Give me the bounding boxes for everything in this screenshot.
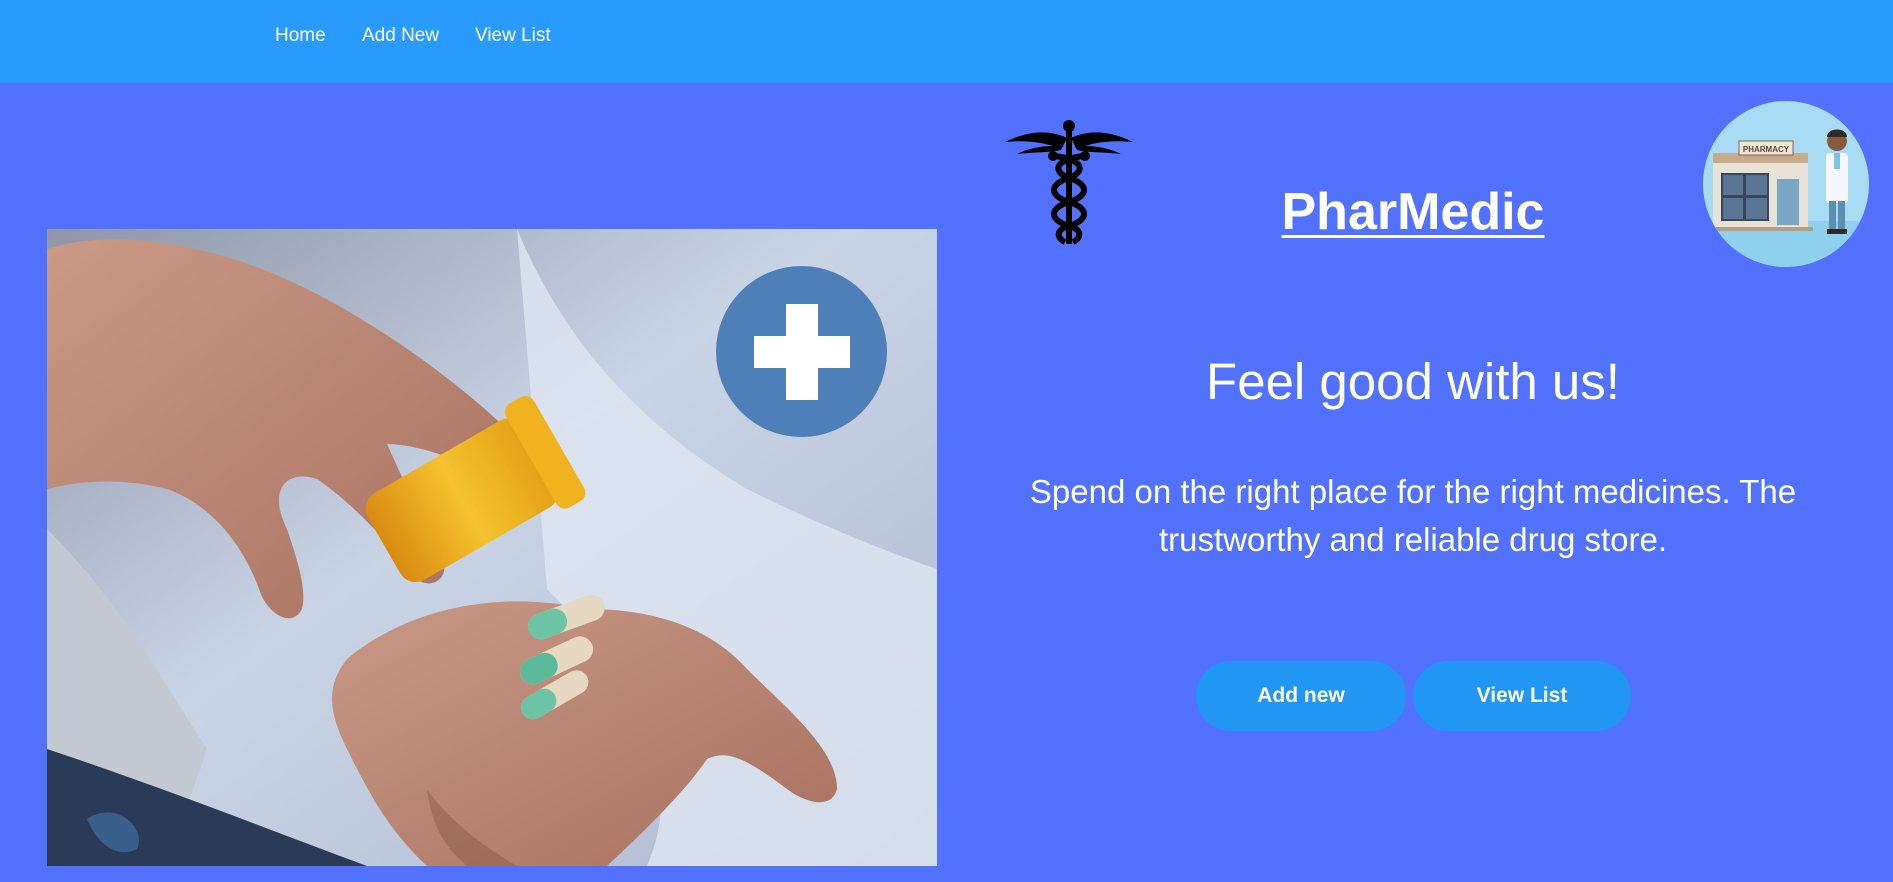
pharmacy-store-badge: PHARMACY [1703,101,1869,267]
hero-tagline: Feel good with us! [1206,353,1620,410]
top-navbar: Home Add New View List [0,0,1893,83]
medical-cross-icon [716,266,887,437]
badge-sign-text: PHARMACY [1743,145,1790,154]
hero-pills-photo [47,229,937,866]
caduceus-icon [1005,116,1133,246]
nav-link-view-list[interactable]: View List [475,25,551,47]
brand-title: PharMedic [1281,183,1545,241]
nav-link-home[interactable]: Home [275,25,326,47]
nav-link-add-new[interactable]: Add New [362,25,439,47]
view-list-button[interactable]: View List [1413,661,1631,731]
add-new-button[interactable]: Add new [1196,661,1406,731]
hero-description: Spend on the right place for the right m… [1029,473,1797,558]
